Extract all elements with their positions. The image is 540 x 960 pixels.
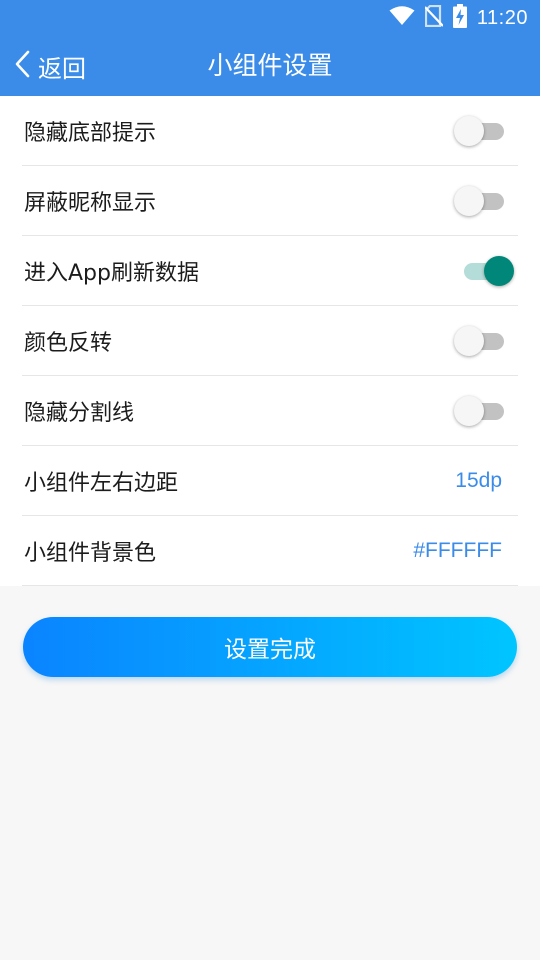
setting-label: 隐藏分割线 xyxy=(24,400,135,426)
setting-invert-color: 颜色反转 xyxy=(22,306,518,376)
block-nickname-toggle[interactable] xyxy=(454,184,514,218)
confirm-label: 设置完成 xyxy=(224,637,316,663)
setting-label: 颜色反转 xyxy=(24,330,113,356)
setting-label: 进入App刷新数据 xyxy=(24,260,199,286)
battery-charging-icon xyxy=(452,4,467,32)
setting-label: 小组件背景色 xyxy=(24,540,157,566)
back-label: 返回 xyxy=(38,54,86,83)
hide-bottom-tip-toggle[interactable] xyxy=(454,114,514,148)
setting-label: 隐藏底部提示 xyxy=(24,120,157,146)
hide-divider-toggle[interactable] xyxy=(454,394,514,428)
status-icons: 11:20 xyxy=(389,4,528,32)
setting-refresh-on-enter: 进入App刷新数据 xyxy=(22,236,518,306)
wifi-icon xyxy=(389,6,415,30)
setting-label: 屏蔽昵称显示 xyxy=(24,190,157,216)
background-color-value[interactable]: #FFFFFF xyxy=(413,539,518,563)
toggle-thumb xyxy=(454,115,484,146)
setting-block-nickname: 屏蔽昵称显示 xyxy=(22,166,518,236)
horizontal-margin-value[interactable]: 15dp xyxy=(455,469,518,493)
toggle-thumb xyxy=(454,325,484,356)
refresh-on-enter-toggle[interactable] xyxy=(454,254,514,288)
no-sim-icon xyxy=(424,4,444,31)
setting-hide-bottom-tip: 隐藏底部提示 xyxy=(22,96,518,166)
toggle-thumb xyxy=(454,185,484,216)
app-header: 11:20 小组件设置 返回 xyxy=(0,0,540,96)
setting-label: 小组件左右边距 xyxy=(24,470,179,496)
invert-color-toggle[interactable] xyxy=(454,324,514,358)
confirm-settings-button[interactable]: 设置完成 xyxy=(23,617,517,677)
toggle-thumb xyxy=(454,395,484,426)
back-button[interactable]: 返回 xyxy=(14,36,86,96)
toggle-thumb xyxy=(484,255,514,286)
chevron-left-icon xyxy=(14,49,32,83)
nav-bar: 小组件设置 返回 xyxy=(0,36,540,96)
setting-background-color[interactable]: 小组件背景色 #FFFFFF xyxy=(22,516,518,586)
status-bar: 11:20 xyxy=(0,0,540,36)
setting-hide-divider: 隐藏分割线 xyxy=(22,376,518,446)
setting-horizontal-margin[interactable]: 小组件左右边距 15dp xyxy=(22,446,518,516)
status-time: 11:20 xyxy=(476,6,528,29)
settings-list: 隐藏底部提示 屏蔽昵称显示 进入App刷新数据 颜色反转 隐藏分割线 小组件左右… xyxy=(0,96,540,586)
